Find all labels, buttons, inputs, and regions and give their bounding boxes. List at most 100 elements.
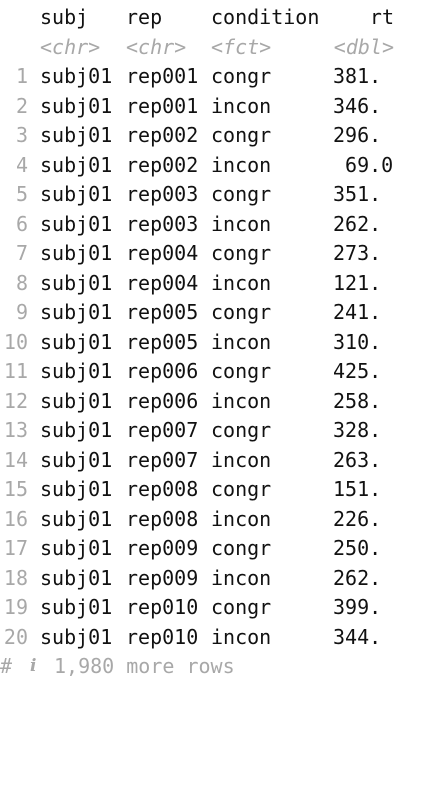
cell-rep: rep008 [126, 477, 199, 501]
cell-rep: rep001 [126, 93, 199, 118]
table-row: 20 subj01 rep010 incon 344. [0, 623, 422, 653]
cell-condition: congr [211, 241, 272, 265]
cell-rep: rep008 [126, 506, 199, 531]
header-row: subj rep condition rt [0, 3, 422, 33]
cell-rep: rep004 [126, 241, 199, 265]
cell-subj: subj01 [40, 211, 113, 236]
cell-rt: 310. [333, 329, 382, 354]
cell-subj: subj01 [40, 536, 113, 560]
row-index: 1 [15, 64, 28, 88]
cell-rep: rep005 [126, 300, 199, 324]
cell-rep: rep007 [126, 418, 199, 442]
table-row: 9 subj01 rep005 congr 241. [0, 298, 422, 328]
cell-condition: congr [211, 418, 272, 442]
cell-rt: 344. [333, 624, 382, 649]
cell-condition: incon [211, 506, 272, 531]
cell-rt: 399. [333, 595, 382, 619]
row-index: 20 [3, 624, 28, 649]
cell-rt: 381. [333, 64, 382, 88]
column-header-subj: subj [40, 5, 89, 29]
column-type-subj: <chr> [40, 35, 101, 59]
table-row: 8 subj01 rep004 incon 121. [0, 269, 422, 299]
cell-condition: incon [211, 152, 272, 177]
cell-subj: subj01 [40, 565, 113, 590]
cell-condition: incon [211, 270, 272, 295]
cell-rt: 425. [333, 359, 382, 383]
row-index: 14 [3, 447, 28, 472]
info-icon: i [30, 656, 37, 676]
row-index: 3 [15, 123, 28, 147]
column-header-condition: condition [211, 5, 320, 29]
cell-rt: 273. [333, 241, 382, 265]
table-row: 14 subj01 rep007 incon 263. [0, 446, 422, 476]
row-index: 8 [15, 270, 28, 295]
row-index: 12 [3, 388, 28, 413]
cell-rt: 250. [333, 536, 382, 560]
cell-subj: subj01 [40, 182, 113, 206]
row-index: 6 [15, 211, 28, 236]
table-row: 6 subj01 rep003 incon 262. [0, 210, 422, 240]
table-row: 4 subj01 rep002 incon 69.0 [0, 151, 422, 181]
cell-rep: rep001 [126, 64, 199, 88]
cell-subj: subj01 [40, 388, 113, 413]
cell-subj: subj01 [40, 595, 113, 619]
cell-rt: 262. [333, 565, 382, 590]
footer-more-rows: # i 1,980 more rows [0, 652, 422, 682]
column-header-rt: rt [369, 5, 394, 29]
cell-condition: incon [211, 329, 272, 354]
table-row: 19 subj01 rep010 congr 399. [0, 593, 422, 623]
cell-rt: 351. [333, 182, 382, 206]
cell-rep: rep009 [126, 565, 199, 590]
cell-condition: incon [211, 388, 272, 413]
cell-condition: congr [211, 300, 272, 324]
cell-subj: subj01 [40, 359, 113, 383]
cell-subj: subj01 [40, 270, 113, 295]
row-index: 4 [15, 152, 28, 177]
table-row: 16 subj01 rep008 incon 226. [0, 505, 422, 535]
table-row: 1 subj01 rep001 congr 381. [0, 62, 422, 92]
table-row: 3 subj01 rep002 congr 296. [0, 121, 422, 151]
row-index: 13 [3, 418, 28, 442]
cell-rt: 328. [333, 418, 382, 442]
cell-condition: congr [211, 64, 272, 88]
cell-rt: 241. [333, 300, 382, 324]
cell-condition: congr [211, 182, 272, 206]
cell-rt: 296. [333, 123, 382, 147]
column-type-rep: <chr> [126, 35, 187, 59]
cell-condition: incon [211, 624, 272, 649]
cell-rt: 226. [333, 506, 382, 531]
table-row: 17 subj01 rep009 congr 250. [0, 534, 422, 564]
cell-rep: rep009 [126, 536, 199, 560]
table-row: 5 subj01 rep003 congr 351. [0, 180, 422, 210]
cell-subj: subj01 [40, 624, 113, 649]
row-index: 19 [3, 595, 28, 619]
footer-prefix: # [0, 654, 13, 678]
row-index: 5 [15, 182, 28, 206]
cell-condition: incon [211, 565, 272, 590]
cell-condition: incon [211, 211, 272, 236]
row-index: 16 [3, 506, 28, 531]
cell-subj: subj01 [40, 64, 113, 88]
cell-subj: subj01 [40, 300, 113, 324]
cell-subj: subj01 [40, 506, 113, 531]
cell-rt: 121. [333, 270, 382, 295]
cell-subj: subj01 [40, 477, 113, 501]
cell-subj: subj01 [40, 123, 113, 147]
cell-subj: subj01 [40, 93, 113, 118]
column-type-condition: <fct> [211, 35, 272, 59]
cell-subj: subj01 [40, 241, 113, 265]
cell-rep: rep006 [126, 388, 199, 413]
cell-rep: rep010 [126, 624, 199, 649]
row-index: 10 [3, 329, 28, 354]
row-index: 11 [3, 359, 28, 383]
table-row: 15 subj01 rep008 congr 151. [0, 475, 422, 505]
row-index: 9 [15, 300, 28, 324]
cell-subj: subj01 [40, 152, 113, 177]
table-row: 10 subj01 rep005 incon 310. [0, 328, 422, 358]
cell-condition: congr [211, 477, 272, 501]
table-row: 11 subj01 rep006 congr 425. [0, 357, 422, 387]
row-index: 7 [15, 241, 28, 265]
row-index: 2 [15, 93, 28, 118]
cell-rt: 151. [333, 477, 382, 501]
cell-condition: incon [211, 93, 272, 118]
